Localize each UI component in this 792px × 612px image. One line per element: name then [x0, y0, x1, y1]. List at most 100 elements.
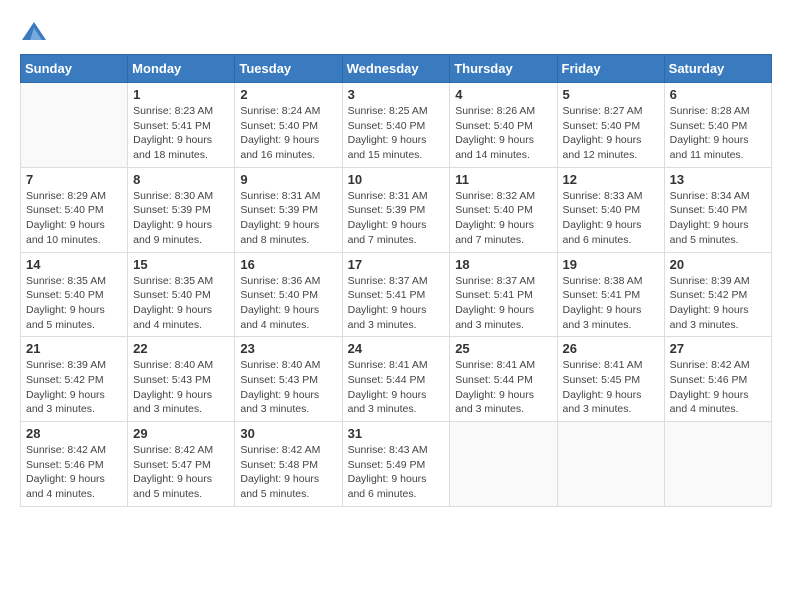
calendar-cell: 16 Sunrise: 8:36 AM Sunset: 5:40 PM Dayli… — [235, 252, 342, 337]
day-info: Sunrise: 8:41 AM Sunset: 5:44 PM Dayligh… — [348, 358, 445, 417]
day-info: Sunrise: 8:32 AM Sunset: 5:40 PM Dayligh… — [455, 189, 551, 248]
day-number: 15 — [133, 257, 229, 272]
calendar-week-row: 7Sunrise: 8:29 AM Sunset: 5:40 PM Daylig… — [21, 167, 772, 252]
calendar-cell: 24Sunrise: 8:41 AM Sunset: 5:44 PM Dayli… — [342, 337, 450, 422]
calendar-cell: 14 Sunrise: 8:35 AM Sunset: 5:40 PM Dayli… — [21, 252, 128, 337]
day-info: Sunrise: 8:39 AM Sunset: 5:42 PM Dayligh… — [26, 358, 122, 417]
day-info: Sunrise: 8:35 AM Sunset: 5:40 PM Dayligh… — [26, 274, 122, 333]
day-info: Sunrise: 8:41 AM Sunset: 5:44 PM Dayligh… — [455, 358, 551, 417]
calendar-cell: 12 Sunrise: 8:33 AM Sunset: 5:40 PM Dayli… — [557, 167, 664, 252]
calendar-cell: 26 Sunrise: 8:41 AM Sunset: 5:45 PM Dayli… — [557, 337, 664, 422]
day-info: Sunrise: 8:42 AM Sunset: 5:46 PM Dayligh… — [26, 443, 122, 502]
day-info: Sunrise: 8:37 AM Sunset: 5:41 PM Dayligh… — [348, 274, 445, 333]
day-info: Sunrise: 8:43 AM Sunset: 5:49 PM Dayligh… — [348, 443, 445, 502]
calendar: SundayMondayTuesdayWednesdayThursdayFrid… — [20, 54, 772, 507]
day-number: 8 — [133, 172, 229, 187]
day-number: 6 — [670, 87, 766, 102]
header-cell-wednesday: Wednesday — [342, 55, 450, 83]
day-number: 21 — [26, 341, 122, 356]
day-info: Sunrise: 8:42 AM Sunset: 5:47 PM Dayligh… — [133, 443, 229, 502]
day-info: Sunrise: 8:34 AM Sunset: 5:40 PM Dayligh… — [670, 189, 766, 248]
day-number: 5 — [563, 87, 659, 102]
calendar-cell: 28 Sunrise: 8:42 AM Sunset: 5:46 PM Dayli… — [21, 422, 128, 507]
day-info: Sunrise: 8:33 AM Sunset: 5:40 PM Dayligh… — [563, 189, 659, 248]
day-number: 18 — [455, 257, 551, 272]
calendar-cell: 3Sunrise: 8:25 AM Sunset: 5:40 PM Daylig… — [342, 83, 450, 168]
day-info: Sunrise: 8:31 AM Sunset: 5:39 PM Dayligh… — [348, 189, 445, 248]
day-number: 13 — [670, 172, 766, 187]
day-number: 30 — [240, 426, 336, 441]
calendar-cell: 9 Sunrise: 8:31 AM Sunset: 5:39 PM Daylig… — [235, 167, 342, 252]
day-number: 4 — [455, 87, 551, 102]
calendar-cell: 18 Sunrise: 8:37 AM Sunset: 5:41 PM Dayli… — [450, 252, 557, 337]
day-number: 11 — [455, 172, 551, 187]
calendar-cell — [450, 422, 557, 507]
day-number: 9 — [240, 172, 336, 187]
day-number: 2 — [240, 87, 336, 102]
day-info: Sunrise: 8:36 AM Sunset: 5:40 PM Dayligh… — [240, 274, 336, 333]
calendar-cell: 4 Sunrise: 8:26 AM Sunset: 5:40 PM Daylig… — [450, 83, 557, 168]
calendar-cell — [664, 422, 771, 507]
calendar-cell — [21, 83, 128, 168]
day-info: Sunrise: 8:24 AM Sunset: 5:40 PM Dayligh… — [240, 104, 336, 163]
calendar-cell: 30 Sunrise: 8:42 AM Sunset: 5:48 PM Dayli… — [235, 422, 342, 507]
day-info: Sunrise: 8:38 AM Sunset: 5:41 PM Dayligh… — [563, 274, 659, 333]
calendar-cell: 13 Sunrise: 8:34 AM Sunset: 5:40 PM Dayli… — [664, 167, 771, 252]
day-info: Sunrise: 8:41 AM Sunset: 5:45 PM Dayligh… — [563, 358, 659, 417]
header — [20, 10, 772, 46]
day-number: 14 — [26, 257, 122, 272]
calendar-week-row: 21 Sunrise: 8:39 AM Sunset: 5:42 PM Dayli… — [21, 337, 772, 422]
day-number: 3 — [348, 87, 445, 102]
day-info: Sunrise: 8:42 AM Sunset: 5:46 PM Dayligh… — [670, 358, 766, 417]
calendar-cell: 8Sunrise: 8:30 AM Sunset: 5:39 PM Daylig… — [128, 167, 235, 252]
calendar-cell: 23Sunrise: 8:40 AM Sunset: 5:43 PM Dayli… — [235, 337, 342, 422]
calendar-cell — [557, 422, 664, 507]
day-number: 29 — [133, 426, 229, 441]
header-cell-thursday: Thursday — [450, 55, 557, 83]
header-cell-sunday: Sunday — [21, 55, 128, 83]
calendar-cell: 5 Sunrise: 8:27 AM Sunset: 5:40 PM Daylig… — [557, 83, 664, 168]
calendar-cell: 10Sunrise: 8:31 AM Sunset: 5:39 PM Dayli… — [342, 167, 450, 252]
header-cell-monday: Monday — [128, 55, 235, 83]
calendar-cell: 7Sunrise: 8:29 AM Sunset: 5:40 PM Daylig… — [21, 167, 128, 252]
header-cell-saturday: Saturday — [664, 55, 771, 83]
day-number: 28 — [26, 426, 122, 441]
day-info: Sunrise: 8:31 AM Sunset: 5:39 PM Dayligh… — [240, 189, 336, 248]
day-number: 31 — [348, 426, 445, 441]
calendar-cell: 20Sunrise: 8:39 AM Sunset: 5:42 PM Dayli… — [664, 252, 771, 337]
calendar-week-row: 14 Sunrise: 8:35 AM Sunset: 5:40 PM Dayli… — [21, 252, 772, 337]
calendar-cell: 1Sunrise: 8:23 AM Sunset: 5:41 PM Daylig… — [128, 83, 235, 168]
calendar-week-row: 28 Sunrise: 8:42 AM Sunset: 5:46 PM Dayli… — [21, 422, 772, 507]
calendar-cell: 15 Sunrise: 8:35 AM Sunset: 5:40 PM Dayli… — [128, 252, 235, 337]
day-number: 26 — [563, 341, 659, 356]
calendar-cell: 29 Sunrise: 8:42 AM Sunset: 5:47 PM Dayli… — [128, 422, 235, 507]
day-number: 22 — [133, 341, 229, 356]
day-info: Sunrise: 8:42 AM Sunset: 5:48 PM Dayligh… — [240, 443, 336, 502]
day-info: Sunrise: 8:28 AM Sunset: 5:40 PM Dayligh… — [670, 104, 766, 163]
calendar-header-row: SundayMondayTuesdayWednesdayThursdayFrid… — [21, 55, 772, 83]
calendar-cell: 17 Sunrise: 8:37 AM Sunset: 5:41 PM Dayli… — [342, 252, 450, 337]
day-info: Sunrise: 8:26 AM Sunset: 5:40 PM Dayligh… — [455, 104, 551, 163]
calendar-week-row: 1Sunrise: 8:23 AM Sunset: 5:41 PM Daylig… — [21, 83, 772, 168]
day-info: Sunrise: 8:39 AM Sunset: 5:42 PM Dayligh… — [670, 274, 766, 333]
header-cell-friday: Friday — [557, 55, 664, 83]
day-number: 27 — [670, 341, 766, 356]
day-info: Sunrise: 8:35 AM Sunset: 5:40 PM Dayligh… — [133, 274, 229, 333]
day-info: Sunrise: 8:37 AM Sunset: 5:41 PM Dayligh… — [455, 274, 551, 333]
day-info: Sunrise: 8:40 AM Sunset: 5:43 PM Dayligh… — [240, 358, 336, 417]
calendar-cell: 2 Sunrise: 8:24 AM Sunset: 5:40 PM Daylig… — [235, 83, 342, 168]
logo — [20, 18, 52, 46]
calendar-cell: 31 Sunrise: 8:43 AM Sunset: 5:49 PM Dayli… — [342, 422, 450, 507]
day-number: 7 — [26, 172, 122, 187]
day-number: 12 — [563, 172, 659, 187]
day-info: Sunrise: 8:40 AM Sunset: 5:43 PM Dayligh… — [133, 358, 229, 417]
calendar-cell: 11 Sunrise: 8:32 AM Sunset: 5:40 PM Dayli… — [450, 167, 557, 252]
calendar-cell: 27 Sunrise: 8:42 AM Sunset: 5:46 PM Dayli… — [664, 337, 771, 422]
day-info: Sunrise: 8:27 AM Sunset: 5:40 PM Dayligh… — [563, 104, 659, 163]
day-number: 19 — [563, 257, 659, 272]
day-number: 17 — [348, 257, 445, 272]
calendar-cell: 19 Sunrise: 8:38 AM Sunset: 5:41 PM Dayli… — [557, 252, 664, 337]
day-number: 16 — [240, 257, 336, 272]
calendar-cell: 21 Sunrise: 8:39 AM Sunset: 5:42 PM Dayli… — [21, 337, 128, 422]
logo-icon — [20, 18, 48, 46]
